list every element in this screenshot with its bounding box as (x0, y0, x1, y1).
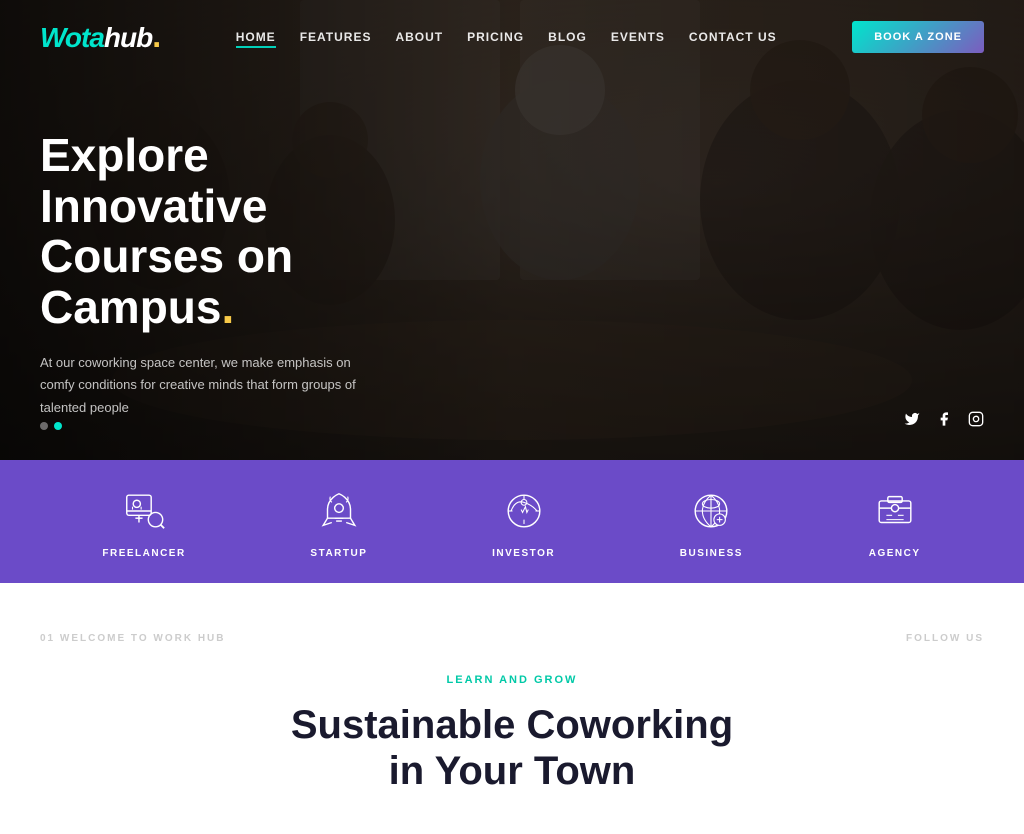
freelancer-label: FREELANCER (102, 548, 185, 559)
instagram-link[interactable] (968, 411, 984, 430)
section-welcome: 01 WELCOME TO WORK HUB FOLLOW US LEARN A… (0, 583, 1024, 834)
nav-link-features[interactable]: FEATURES (300, 30, 372, 44)
section-title-line2: in Your Town (389, 749, 636, 793)
hero-subtitle: At our coworking space center, we make e… (40, 352, 360, 418)
agency-svg (872, 488, 918, 534)
nav-item-blog[interactable]: BLOG (548, 28, 587, 46)
category-bar: FREELANCER STARTUP (0, 460, 1024, 583)
nav-links: HOME FEATURES ABOUT PRICING BLOG EVENTS … (236, 28, 777, 46)
nav-link-about[interactable]: ABOUT (395, 30, 443, 44)
startup-svg (316, 488, 362, 534)
business-label: BUSINESS (680, 548, 743, 559)
section-main-title: Sustainable Coworking in Your Town (291, 702, 733, 794)
nav-link-blog[interactable]: BLOG (548, 30, 587, 44)
section-decorators: 01 WELCOME TO WORK HUB FOLLOW US (40, 633, 984, 644)
business-svg (688, 488, 734, 534)
nav-item-contact[interactable]: CONTACT US (689, 28, 777, 46)
category-business[interactable]: BUSINESS (680, 484, 743, 559)
instagram-icon (968, 411, 984, 427)
slide-dots[interactable] (40, 422, 62, 430)
hero-title: Explore Innovative Courses on Campus. (40, 130, 440, 332)
logo-wota: Wota (40, 22, 104, 54)
agency-label: AGENCY (869, 548, 921, 559)
facebook-link[interactable] (936, 411, 952, 430)
slide-dot-2[interactable] (54, 422, 62, 430)
nav-link-events[interactable]: EVENTS (611, 30, 665, 44)
facebook-icon (936, 411, 952, 427)
nav-link-pricing[interactable]: PRICING (467, 30, 524, 44)
category-freelancer[interactable]: FREELANCER (102, 484, 185, 559)
section-tag: LEARN AND GROW (291, 674, 733, 686)
twitter-icon (904, 411, 920, 427)
category-investor[interactable]: INVESTOR (492, 484, 555, 559)
nav-link-home[interactable]: HOME (236, 30, 276, 48)
hero-accent-dot: . (221, 281, 234, 333)
section-content: LEARN AND GROW Sustainable Coworking in … (291, 674, 733, 794)
startup-label: STARTUP (310, 548, 367, 559)
nav-item-features[interactable]: FEATURES (300, 28, 372, 46)
nav-item-home[interactable]: HOME (236, 28, 276, 46)
investor-icon (497, 484, 551, 538)
nav-item-events[interactable]: EVENTS (611, 28, 665, 46)
freelancer-svg (121, 488, 167, 534)
startup-icon (312, 484, 366, 538)
logo[interactable]: Wotahub. (40, 18, 160, 55)
slide-dot-1[interactable] (40, 422, 48, 430)
logo-dot: . (152, 18, 160, 55)
twitter-link[interactable] (904, 411, 920, 430)
category-startup[interactable]: STARTUP (310, 484, 367, 559)
investor-label: INVESTOR (492, 548, 555, 559)
book-zone-button[interactable]: BOOK A ZONE (852, 21, 984, 53)
nav-link-contact[interactable]: CONTACT US (689, 30, 777, 44)
business-icon (684, 484, 738, 538)
hero-title-line2: Courses on Campus (40, 230, 293, 333)
freelancer-icon (117, 484, 171, 538)
hero-social (904, 411, 984, 430)
section-title-line1: Sustainable Coworking (291, 703, 733, 747)
agency-icon (868, 484, 922, 538)
navbar: Wotahub. HOME FEATURES ABOUT PRICING BLO… (0, 0, 1024, 73)
category-agency[interactable]: AGENCY (868, 484, 922, 559)
investor-svg (501, 488, 547, 534)
nav-item-pricing[interactable]: PRICING (467, 28, 524, 46)
section-label-left: 01 WELCOME TO WORK HUB (40, 633, 225, 644)
section-label-right: FOLLOW US (906, 633, 984, 644)
nav-item-about[interactable]: ABOUT (395, 28, 443, 46)
hero-title-line1: Explore Innovative (40, 129, 268, 232)
logo-hub: hub (104, 22, 152, 54)
